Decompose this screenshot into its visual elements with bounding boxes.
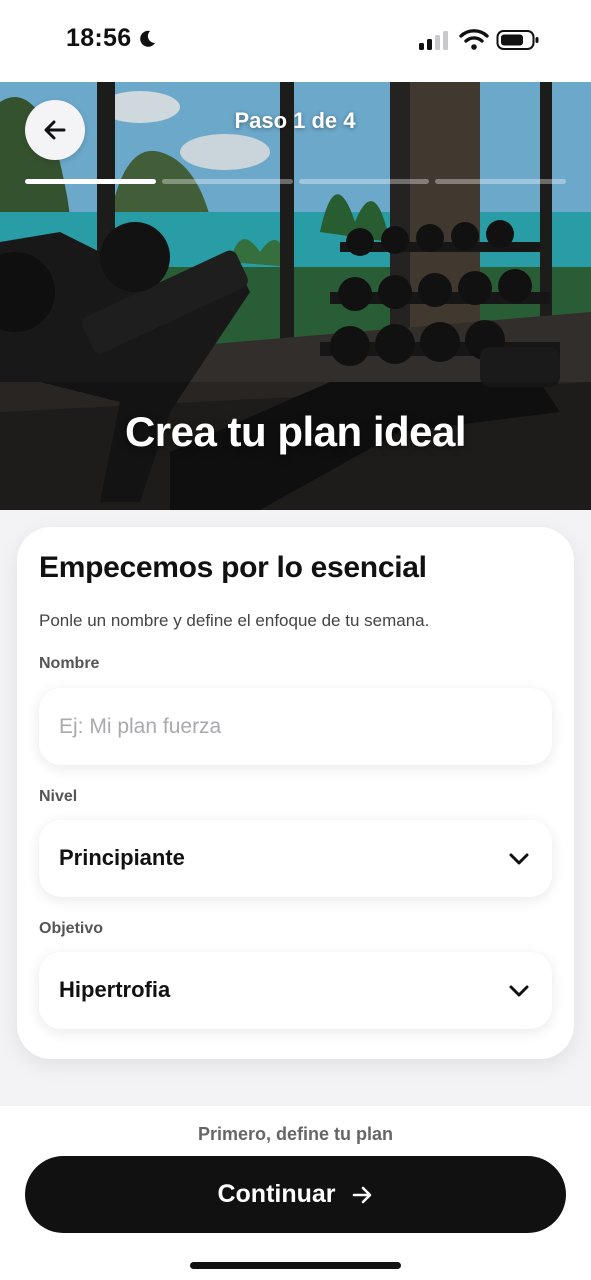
chevron-down-icon <box>509 985 529 997</box>
signal-icon <box>419 31 448 50</box>
hero-title: Crea tu plan ideal <box>124 408 467 455</box>
goal-label: Objetivo <box>39 920 104 937</box>
status-bar: 18:56 <box>0 0 591 82</box>
goal-select[interactable]: Hipertrofia <box>39 952 552 1029</box>
hero-banner: Paso 1 de 4 Crea tu plan ideal <box>0 82 591 510</box>
home-indicator <box>190 1262 401 1269</box>
progress-segment-4 <box>435 179 566 184</box>
form-title: Empecemos por lo esencial <box>39 551 427 584</box>
name-field-container <box>39 688 552 765</box>
progress-bar <box>25 179 566 184</box>
main-content: Empecemos por lo esencial Ponle un nombr… <box>0 510 591 1106</box>
level-select[interactable]: Principiante <box>39 820 552 897</box>
level-select-value: Principiante <box>59 845 185 870</box>
progress-segment-3 <box>298 179 430 184</box>
form-card: Empecemos por lo esencial Ponle un nombr… <box>17 527 574 1059</box>
bottom-action-bar: Primero, define tu plan Continuar <box>0 1106 591 1280</box>
continue-button[interactable]: Continuar <box>25 1156 566 1233</box>
footer-hint: Primero, define tu plan <box>197 1124 394 1144</box>
continue-label: Continuar <box>217 1180 336 1208</box>
goal-select-value: Hipertrofia <box>59 977 171 1002</box>
progress-segment-1 <box>25 179 156 184</box>
level-label: Nivel <box>39 788 78 805</box>
chevron-down-icon <box>509 853 529 865</box>
arrow-left-icon <box>44 120 66 140</box>
back-button[interactable] <box>25 100 85 160</box>
status-time: 18:56 <box>66 24 132 52</box>
battery-icon <box>496 30 539 50</box>
name-label: Nombre <box>39 655 100 672</box>
progress-segment-2 <box>161 179 293 184</box>
name-input[interactable] <box>39 688 552 765</box>
form-subtitle: Ponle un nombre y define el enfoque de t… <box>39 611 430 630</box>
arrow-right-icon <box>352 1186 371 1203</box>
moon-icon <box>140 30 155 47</box>
step-indicator: Paso 1 de 4 <box>234 108 356 133</box>
wifi-icon <box>459 29 489 50</box>
